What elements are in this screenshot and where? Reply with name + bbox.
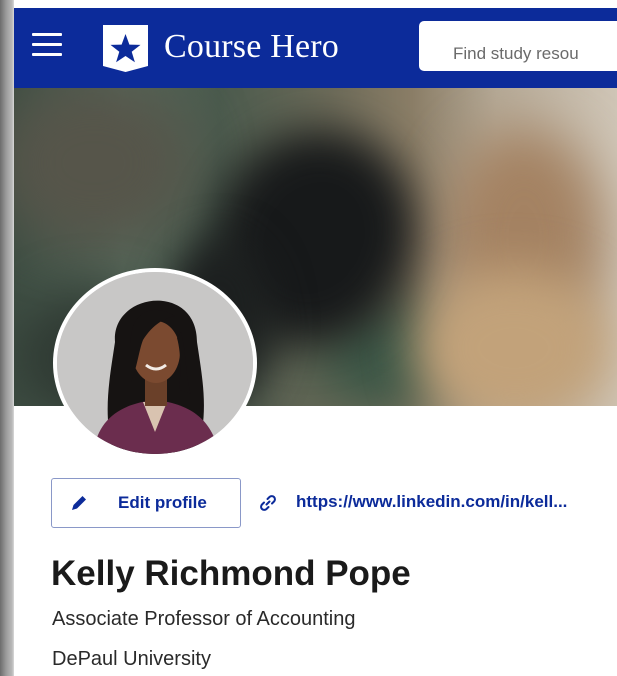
profile-photo — [57, 272, 253, 454]
profile-name: Kelly Richmond Pope — [51, 554, 411, 593]
edit-profile-label: Edit profile — [118, 493, 207, 512]
pencil-icon — [72, 496, 86, 510]
profile-page: Course Hero Find study resou Edit profil… — [14, 0, 617, 676]
star-shield-logo-icon[interactable] — [98, 20, 153, 75]
edit-profile-button[interactable]: Edit profile — [51, 478, 241, 528]
profile-organization: DePaul University — [52, 648, 211, 670]
linkedin-profile-link[interactable]: https://www.linkedin.com/in/kell... — [296, 492, 567, 512]
avatar[interactable] — [53, 268, 257, 458]
profile-job-title: Associate Professor of Accounting — [52, 608, 356, 630]
brand-logo-text[interactable]: Course Hero — [164, 28, 339, 66]
link-icon — [260, 495, 276, 511]
menu-icon[interactable] — [32, 33, 62, 57]
top-navigation-bar: Course Hero — [14, 8, 617, 88]
search-input[interactable] — [419, 21, 617, 71]
